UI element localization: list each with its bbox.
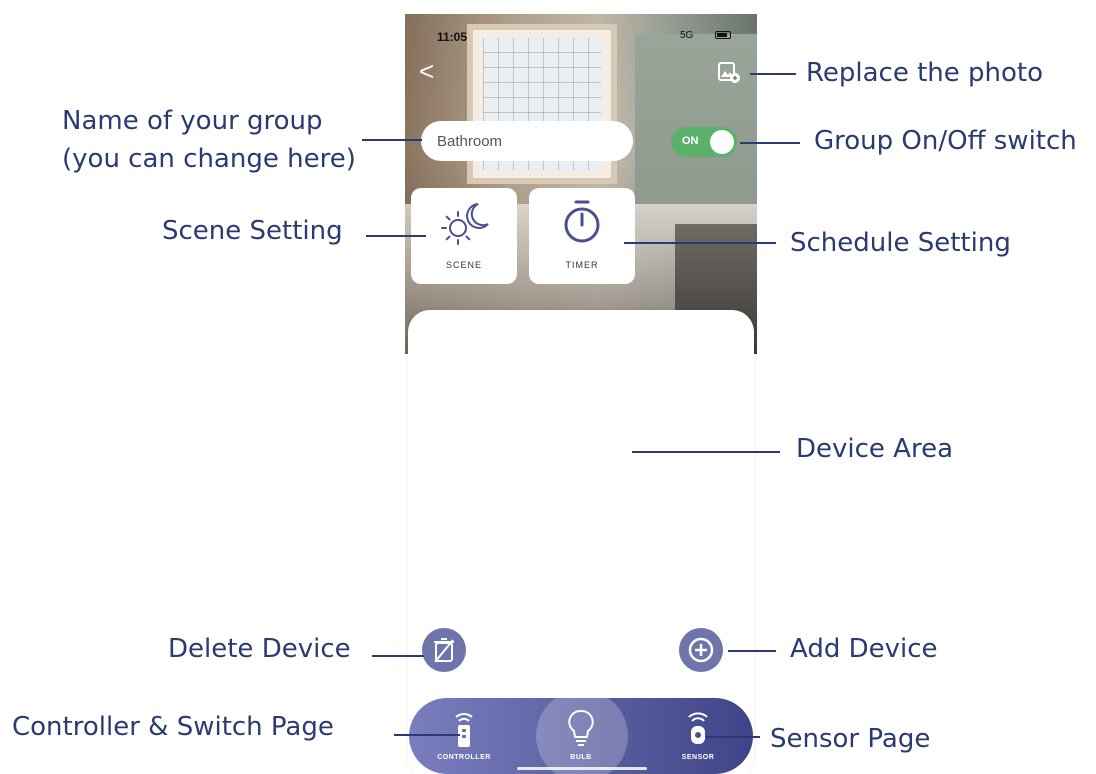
callout-device-area: Device Area (796, 434, 954, 464)
replace-photo-button[interactable] (717, 60, 741, 84)
plus-circle-icon (688, 637, 714, 663)
remote-controller-icon (455, 713, 473, 747)
delete-device-icon (434, 638, 454, 663)
callout-group-name-line1: Name of your group (62, 106, 323, 136)
toggle-knob (710, 130, 734, 154)
callout-schedule-setting: Schedule Setting (790, 228, 1011, 258)
timer-button[interactable]: TIMER (529, 188, 635, 284)
stopwatch-icon (564, 200, 600, 243)
sun-moon-icon (441, 203, 489, 245)
annotated-screenshot: 11:05 5G < ON (0, 0, 1096, 774)
leader-scene-setting (366, 235, 426, 237)
nav-sensor-label: SENSOR (681, 754, 715, 761)
image-replace-icon (718, 62, 740, 83)
callout-group-switch: Group On/Off switch (814, 126, 1077, 156)
status-time: 11:05 (437, 30, 468, 44)
toggle-label: ON (682, 135, 699, 147)
leader-replace-photo (750, 73, 796, 75)
callout-replace-photo: Replace the photo (806, 58, 1044, 88)
bottom-navigation: CONTROLLER BULB SENSOR (409, 690, 753, 774)
callout-controller-page: Controller & Switch Page (12, 712, 334, 742)
timer-label: TIMER (565, 260, 599, 270)
group-on-off-toggle[interactable]: ON (671, 127, 737, 157)
group-background-photo (405, 14, 757, 354)
leader-group-name (362, 139, 422, 141)
leader-schedule-setting (624, 242, 776, 244)
callout-scene-setting: Scene Setting (162, 216, 343, 246)
callout-group-name-line2: (you can change here) (62, 144, 356, 174)
callout-add-device: Add Device (790, 634, 938, 664)
status-signal: 5G (680, 30, 694, 41)
leader-group-switch (740, 142, 800, 144)
nav-bulb-label: BULB (570, 754, 592, 761)
home-indicator (517, 767, 647, 770)
sensor-icon (688, 712, 708, 744)
light-bulb-icon (568, 709, 594, 746)
add-device-button[interactable] (679, 628, 723, 672)
scene-button[interactable]: SCENE (411, 188, 517, 284)
battery-icon (715, 31, 731, 39)
delete-device-button[interactable] (422, 628, 466, 672)
leader-device-area (632, 451, 780, 453)
nav-controller-label: CONTROLLER (437, 754, 491, 761)
leader-delete-device (372, 655, 424, 657)
callout-delete-device: Delete Device (168, 634, 351, 664)
leader-controller-page (394, 734, 460, 736)
group-name-field[interactable] (421, 121, 633, 161)
nav-controller[interactable]: CONTROLLER (409, 698, 519, 774)
leader-sensor-page (706, 736, 760, 738)
scene-label: SCENE (445, 260, 482, 270)
phone-screen: 11:05 5G < ON (405, 14, 757, 774)
callout-sensor-page: Sensor Page (770, 724, 931, 754)
back-button[interactable]: < (419, 58, 434, 84)
nav-bulb[interactable]: BULB (526, 690, 636, 774)
leader-add-device (728, 650, 776, 652)
